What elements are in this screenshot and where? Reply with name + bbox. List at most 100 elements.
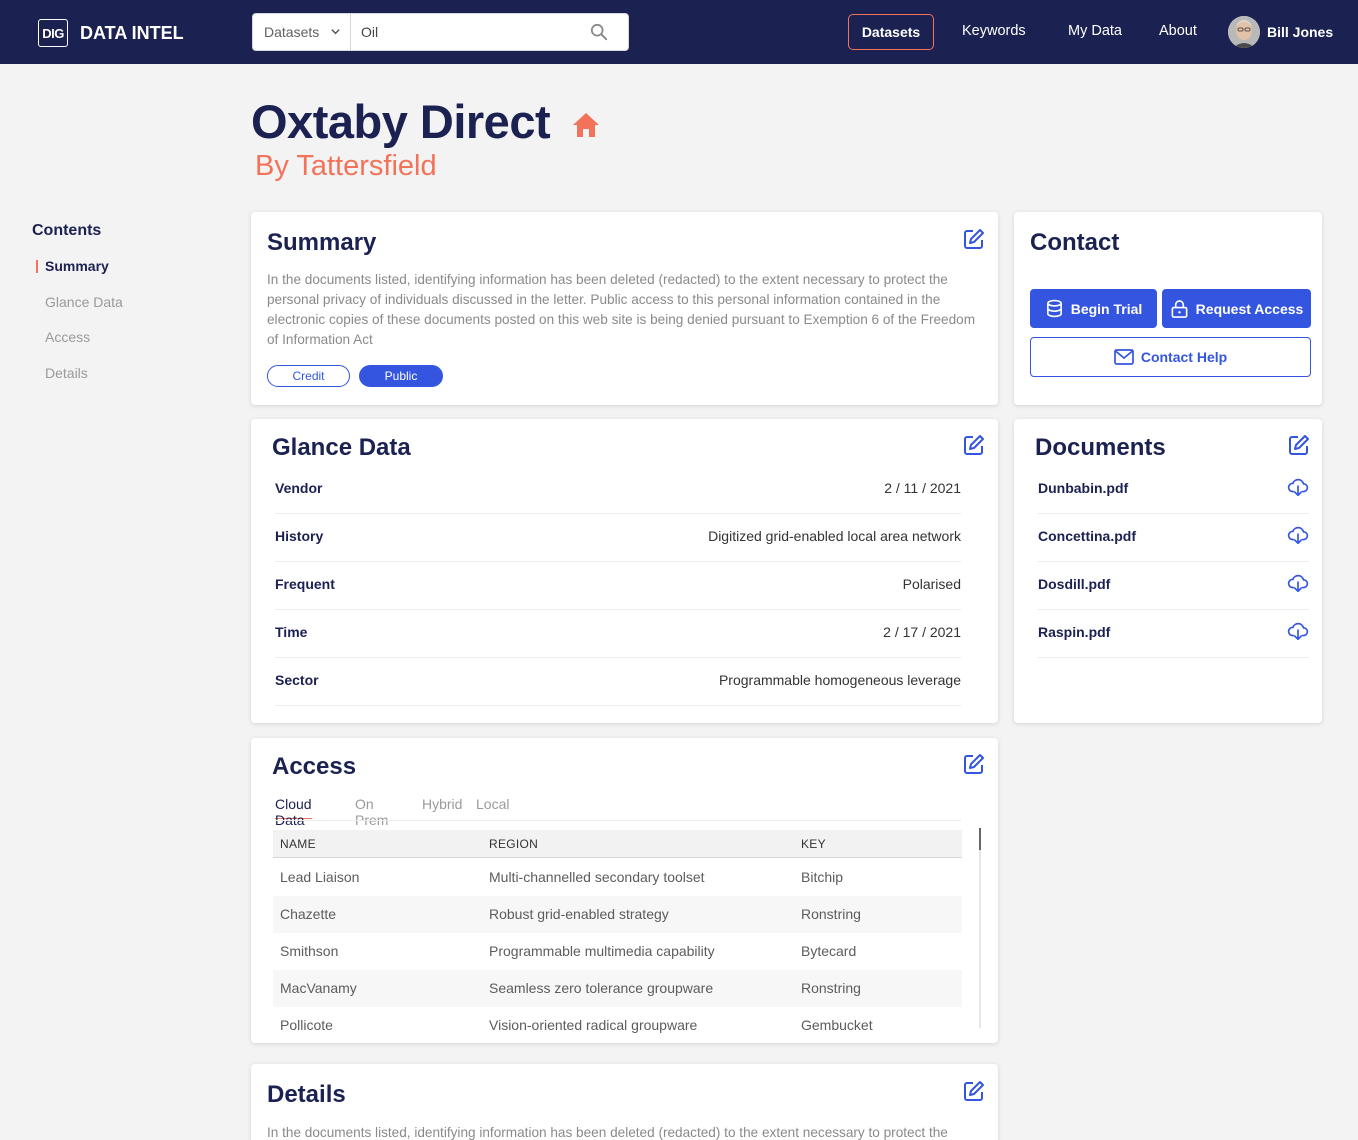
document-link[interactable]: Concettina.pdf [1038, 528, 1136, 544]
page-subtitle: By Tattersfield [255, 150, 437, 182]
document-row: Raspin.pdf [1038, 610, 1309, 658]
nav-my-data-link[interactable]: My Data [1068, 23, 1122, 39]
table-row[interactable]: MacVanamy Seamless zero tolerance groupw… [273, 970, 962, 1007]
table-row[interactable]: Smithson Programmable multimedia capabil… [273, 933, 962, 970]
cell-region: Seamless zero tolerance groupware [489, 980, 714, 996]
glance-value: Polarised [902, 576, 961, 592]
tab-hybrid[interactable]: Hybrid [422, 796, 462, 819]
cell-key: Ronstring [801, 906, 861, 922]
brand-name[interactable]: DATA INTEL [80, 23, 184, 44]
edit-icon[interactable] [963, 228, 985, 250]
glance-key: Sector [275, 672, 319, 688]
tab-local[interactable]: Local [476, 796, 509, 819]
logo-icon[interactable]: DIG [38, 19, 68, 47]
tabs-divider [275, 820, 961, 821]
glance-data-card: Glance Data Vendor 2 / 11 / 2021 History… [251, 419, 998, 723]
contact-help-label: Contact Help [1140, 349, 1228, 365]
contact-title: Contact [1030, 229, 1120, 256]
glance-value: 2 / 11 / 2021 [884, 480, 961, 496]
cell-name: Smithson [280, 943, 339, 959]
tab-cloud-data[interactable]: Cloud Data [275, 796, 312, 828]
search-input[interactable] [361, 22, 581, 42]
cell-name: Lead Liaison [280, 869, 360, 885]
cloud-download-icon[interactable] [1287, 476, 1309, 498]
glance-key: Time [275, 624, 308, 640]
cell-region: Programmable multimedia capability [489, 943, 715, 959]
cell-key: Bitchip [801, 869, 844, 885]
edit-icon[interactable] [963, 434, 985, 456]
glance-key: Frequent [275, 576, 335, 592]
nav-about-link[interactable]: About [1159, 23, 1197, 39]
access-table: NAME REGION KEY Lead Liaison Multi-chann… [273, 830, 962, 1034]
toc-item-glance-data[interactable]: Glance Data [36, 291, 123, 327]
summary-text: In the documents listed, identifying inf… [267, 272, 976, 347]
details-text: In the documents listed, identifying inf… [267, 1125, 948, 1140]
nav-datasets-button[interactable]: Datasets [848, 14, 934, 50]
home-icon[interactable] [572, 112, 600, 138]
glance-row: Sector Programmable homogeneous leverage [275, 658, 961, 706]
edit-icon[interactable] [963, 753, 985, 775]
documents-title: Documents [1035, 434, 1166, 461]
edit-icon[interactable] [1288, 434, 1310, 456]
chevron-down-icon [331, 29, 340, 35]
document-row: Dosdill.pdf [1038, 562, 1309, 610]
tab-on-prem[interactable]: On Prem [355, 796, 388, 828]
search-category-select[interactable]: Datasets [253, 14, 351, 50]
search-category-label: Datasets [264, 24, 320, 40]
scrollbar-thumb[interactable] [979, 828, 981, 850]
contents-heading: Contents [32, 222, 102, 239]
cell-region: Robust grid-enabled strategy [489, 906, 669, 922]
table-row[interactable]: Lead Liaison Multi-channelled secondary … [273, 859, 962, 896]
edit-icon[interactable] [963, 1080, 985, 1102]
toc-item-access[interactable]: Access [36, 326, 123, 362]
user-name[interactable]: Bill Jones [1267, 24, 1333, 40]
cloud-download-icon[interactable] [1287, 620, 1309, 642]
glance-data-title: Glance Data [272, 434, 411, 461]
cell-key: Gembucket [801, 1017, 873, 1033]
table-row[interactable]: Pollicote Vision-oriented radical groupw… [273, 1007, 962, 1034]
documents-card: Documents Dunbabin.pdf Concettina.pdf Do… [1014, 419, 1322, 723]
cell-name: Chazette [280, 906, 337, 922]
cell-region: Multi-channelled secondary toolset [489, 869, 705, 885]
cell-key: Bytecard [801, 943, 857, 959]
search-icon[interactable] [590, 23, 608, 41]
document-link[interactable]: Dosdill.pdf [1038, 576, 1110, 592]
request-access-button[interactable]: Request Access [1162, 289, 1311, 328]
glance-value: Digitized grid-enabled local area networ… [708, 528, 961, 544]
toc-item-summary[interactable]: Summary [36, 255, 123, 291]
database-icon [1046, 299, 1062, 318]
table-row[interactable]: Chazette Robust grid-enabled strategy Ro… [273, 896, 962, 933]
contact-help-button[interactable]: Contact Help [1030, 337, 1311, 377]
column-header-key[interactable]: KEY [801, 837, 826, 851]
column-header-name[interactable]: NAME [280, 837, 316, 851]
access-card: Access Cloud Data On Prem Hybrid Local N… [251, 738, 998, 1043]
nav-keywords-link[interactable]: Keywords [962, 23, 1026, 39]
glance-row: Vendor 2 / 11 / 2021 [275, 466, 961, 514]
glance-value: Programmable homogeneous leverage [718, 672, 961, 688]
toc-item-details[interactable]: Details [36, 362, 123, 398]
begin-trial-button[interactable]: Begin Trial [1030, 289, 1157, 328]
document-link[interactable]: Raspin.pdf [1038, 624, 1110, 640]
document-row: Dunbabin.pdf [1038, 466, 1309, 514]
cloud-download-icon[interactable] [1287, 572, 1309, 594]
top-navbar: DIG DATA INTEL Datasets Datasets Keyword… [0, 0, 1358, 64]
cloud-download-icon[interactable] [1287, 524, 1309, 546]
document-link[interactable]: Dunbabin.pdf [1038, 480, 1128, 496]
avatar-image [1228, 16, 1260, 48]
summary-card: Summary In the documents listed, identif… [251, 212, 998, 405]
tag-public[interactable]: Public [359, 365, 443, 387]
column-header-region[interactable]: REGION [489, 837, 538, 851]
search-bar: Datasets [252, 13, 629, 51]
mail-icon [1113, 349, 1134, 365]
lock-icon [1171, 300, 1188, 318]
glance-row: Time 2 / 17 / 2021 [275, 610, 961, 658]
request-access-label: Request Access [1195, 300, 1304, 317]
contact-card: Contact Begin Trial Request Access Conta… [1014, 212, 1322, 405]
summary-title: Summary [267, 229, 377, 256]
cell-key: Ronstring [801, 980, 861, 996]
table-header: NAME REGION KEY [273, 830, 962, 858]
table-scrollbar[interactable] [979, 828, 981, 1028]
glance-row: Frequent Polarised [275, 562, 961, 610]
avatar[interactable] [1228, 16, 1260, 48]
tag-credit[interactable]: Credit [267, 365, 350, 387]
